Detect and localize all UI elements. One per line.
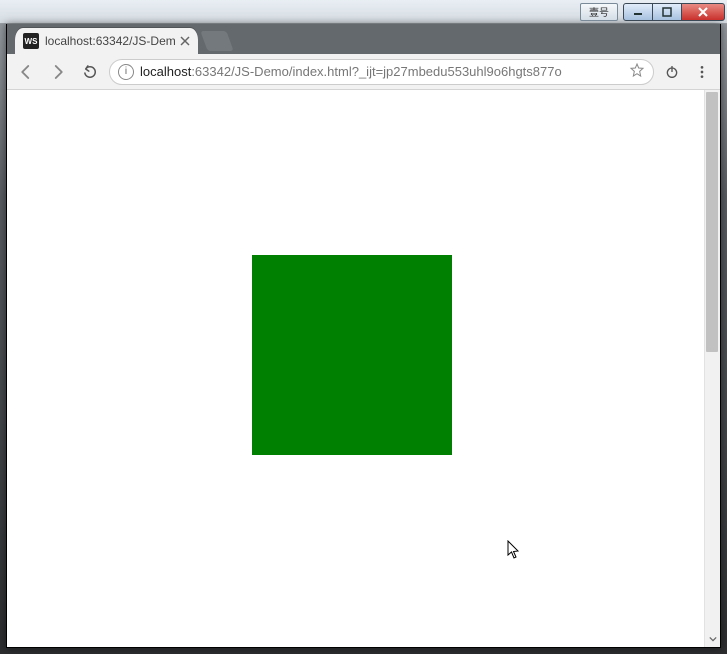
browser-tab[interactable]: WS localhost:63342/JS-Dem bbox=[15, 28, 198, 54]
reload-button[interactable] bbox=[77, 59, 103, 85]
back-button[interactable] bbox=[13, 59, 39, 85]
menu-icon[interactable] bbox=[690, 60, 714, 84]
tab-favicon: WS bbox=[23, 33, 39, 49]
forward-button[interactable] bbox=[45, 59, 71, 85]
os-minimize-button[interactable] bbox=[623, 3, 653, 21]
vertical-scrollbar[interactable] bbox=[704, 90, 720, 631]
os-close-button[interactable] bbox=[681, 3, 725, 21]
browser-toolbar: i localhost :63342/JS-Demo/index.html?_i… bbox=[7, 54, 720, 90]
tab-title: localhost:63342/JS-Dem bbox=[45, 34, 176, 48]
tab-strip: WS localhost:63342/JS-Dem bbox=[7, 24, 720, 54]
new-tab-button[interactable] bbox=[200, 31, 233, 51]
os-maximize-button[interactable] bbox=[652, 3, 682, 21]
url-path: :63342/JS-Demo/index.html?_ijt=jp27mbedu… bbox=[191, 64, 561, 79]
power-icon[interactable] bbox=[660, 60, 684, 84]
site-info-icon[interactable]: i bbox=[118, 64, 134, 80]
scrollbar-thumb[interactable] bbox=[706, 92, 718, 352]
page-viewport bbox=[7, 90, 720, 647]
url-host: localhost bbox=[140, 64, 191, 79]
address-bar[interactable]: i localhost :63342/JS-Demo/index.html?_i… bbox=[109, 59, 654, 85]
os-titlebar: 壹号 bbox=[0, 0, 727, 24]
os-window-label: 壹号 bbox=[580, 3, 618, 21]
close-icon[interactable] bbox=[178, 34, 192, 48]
page-scroll-area[interactable] bbox=[7, 90, 720, 647]
green-box bbox=[252, 255, 452, 455]
bookmark-star-icon[interactable] bbox=[629, 62, 645, 81]
scrollbar-down-arrow-icon[interactable] bbox=[704, 631, 720, 647]
browser-window: WS localhost:63342/JS-Dem i localhost :6… bbox=[6, 24, 721, 648]
